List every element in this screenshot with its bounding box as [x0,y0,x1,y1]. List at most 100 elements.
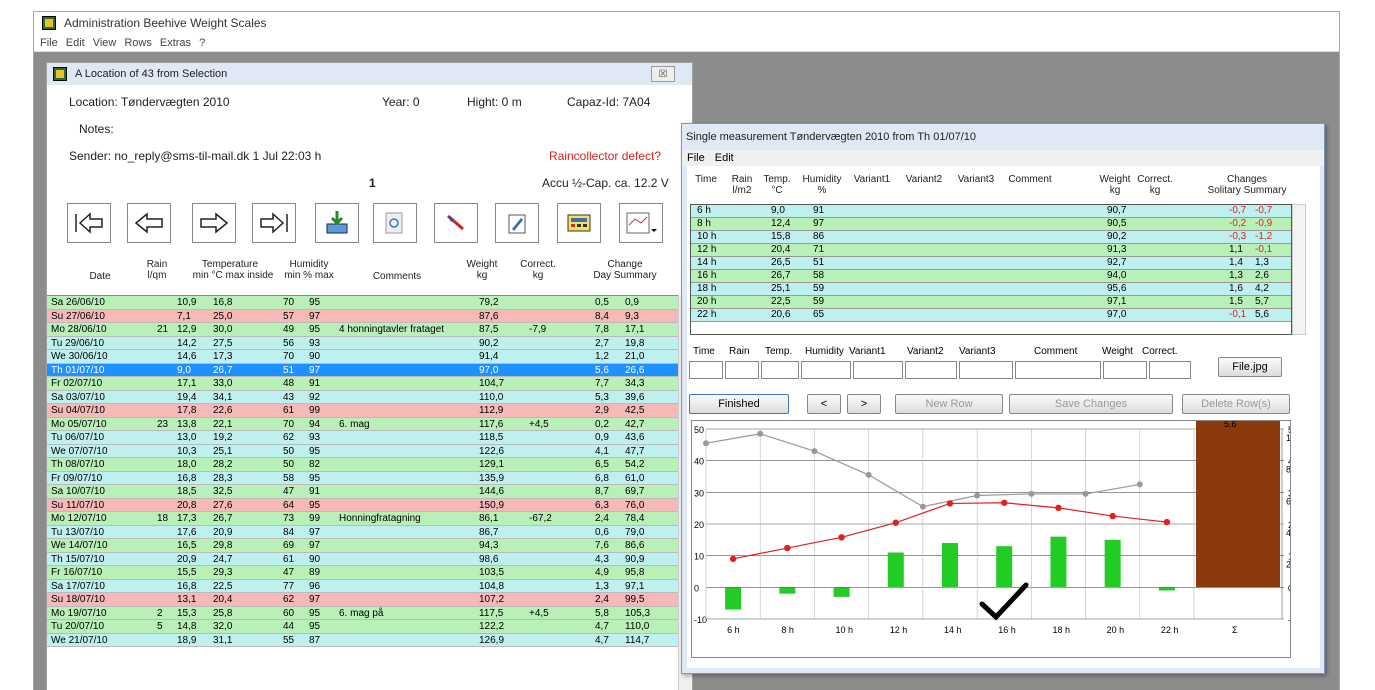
table-row[interactable]: 18 h 25,1 59 95,6 1,6 4,2 [691,283,1291,296]
table-row[interactable]: Th 08/07/10 18,0 28,2 50 82 129,1 6,5 54,2 [47,458,692,472]
edit-button[interactable] [495,203,539,243]
table-row[interactable]: Mo 28/06/10 21 12,9 30,0 49 95 4 honningtavler… [47,323,692,337]
table-row[interactable]: Th 01/07/10 9,0 26,7 51 97 97,0 5,6 26,6 [47,363,692,377]
table-row[interactable]: We 14/07/10 16,5 29,8 69 97 94,3 7,6 86,6 [47,539,692,553]
table-row[interactable]: Su 04/07/10 17,8 22,6 61 99 112,9 2,9 42,5 [47,404,692,418]
cell-humidity-min: 48 [283,378,295,389]
menu-rows[interactable]: Rows [124,37,152,49]
measurement-menu-edit[interactable]: Edit [715,152,734,164]
table-row[interactable]: Mo 12/07/10 18 17,3 26,7 73 99 Honningfratagni… [47,512,692,526]
edit-weight-input[interactable] [1103,361,1147,379]
cell-summary: 0,9 [625,297,639,308]
cell-weight: 112,9 [479,405,504,416]
cell-day-change: 2,7 [595,337,609,349]
table-row[interactable]: Mo 19/07/10 2 15,3 25,8 60 95 6. mag på 117,5 +4… [47,606,692,620]
cell-temp-max: 29,8 [213,540,233,551]
table-row[interactable]: Sa 17/07/10 16,8 22,5 77 96 104,8 1,3 97,1 [47,579,692,593]
mcell-summary: -1,2 [1255,231,1273,242]
import-data-button[interactable] [315,203,359,243]
new-row-button[interactable]: New Row [895,394,1003,414]
mcell-solitary: 1,6 [1229,283,1243,294]
table-row[interactable]: We 07/07/10 10,3 25,1 50 95 122,6 4,1 47,7 [47,444,692,458]
table-row[interactable]: 12 h 20,4 71 91,3 1,1 -0,1 [691,244,1291,257]
cell-humidity-max: 95 [309,621,321,632]
menu-view[interactable]: View [93,37,117,49]
table-row[interactable]: 10 h 15,8 86 90,2 -0,3 -1,2 [691,231,1291,244]
previous-record-button[interactable] [127,203,171,243]
table-row[interactable]: Tu 20/07/10 5 14,8 32,0 44 95 122,2 4,7 110,0 [47,620,692,634]
edit-variant2-input[interactable] [905,361,957,379]
finished-button[interactable]: Finished [689,394,789,414]
search-button[interactable] [373,203,417,243]
menu-help[interactable]: ? [199,37,205,49]
table-row[interactable]: 6 h 9,0 91 90,7 -0,7 -0,7 [691,205,1291,218]
graph-tool-button[interactable] [434,203,478,243]
x-tick-label: Σ [1232,625,1238,635]
edit-variant3-input[interactable] [959,361,1013,379]
table-row[interactable]: 16 h 26,7 58 94,0 1,3 2,6 [691,270,1291,283]
table-row[interactable]: Th 15/07/10 20,9 24,7 61 90 98,6 4,3 90,9 [47,552,692,566]
save-changes-button[interactable]: Save Changes [1009,394,1173,414]
table-row[interactable]: We 30/06/10 14,6 17,3 70 90 91,4 1,2 21,0 [47,350,692,364]
table-row[interactable]: Tu 13/07/10 17,6 20,9 84 97 86,7 0,6 79,0 [47,525,692,539]
table-row[interactable]: Tu 29/06/10 14,2 27,5 56 93 90,2 2,7 19,8 [47,336,692,350]
edit-temp-input[interactable] [761,361,799,379]
last-record-button[interactable] [252,203,296,243]
table-row[interactable]: Mo 05/07/10 23 13,8 22,1 70 94 6. mag 117,6 +4,5… [47,417,692,431]
measurement-table-scrollbar[interactable] [1292,204,1306,335]
chart-dropdown-button[interactable] [619,203,663,243]
table-row[interactable]: Sa 03/07/10 19,4 34,1 43 92 110,0 5,3 39,6 [47,390,692,404]
previous-button[interactable]: < [807,394,841,414]
table-row[interactable]: 8 h 12,4 97 90,5 -0,2 -0,9 [691,218,1291,231]
cell-day-change: 1,3 [595,580,609,592]
table-row[interactable]: 22 h 20,6 65 97,0 -0,1 5,6 [691,309,1291,322]
edit-comment-input[interactable] [1015,361,1101,379]
edit-correct-input[interactable] [1149,361,1191,379]
bar [833,587,850,597]
y-tick-label: 40 [694,457,704,467]
table-row[interactable]: Su 11/07/10 20,8 27,6 64 95 150,9 6,3 76,0 [47,498,692,512]
table-row[interactable]: Su 18/07/10 13,1 20,4 62 97 107,2 2,4 99,5 [47,593,692,607]
cell-humidity-min: 49 [283,324,295,335]
menu-file[interactable]: File [40,37,58,49]
mcell-time: 22 h [697,309,717,320]
menu-edit[interactable]: Edit [66,37,85,49]
next-button[interactable]: > [847,394,881,414]
cell-date: We 07/07/10 [51,445,108,457]
raincollector-alert: Raincollector defect? [549,149,662,163]
file-jpg-button[interactable]: File.jpg [1218,357,1282,377]
humidity-point [974,492,981,499]
cell-temp-min: 15,3 [177,607,197,619]
cell-humidity-min: 50 [283,445,295,457]
measurement-menu-file[interactable]: File [687,152,705,164]
cell-temp-max: 16,8 [213,297,233,308]
close-icon[interactable]: ☒ [651,66,675,82]
menu-extras[interactable]: Extras [160,37,191,49]
cell-humidity-max: 95 [309,445,321,457]
cell-temp-min: 14,2 [177,337,197,349]
calculator-button[interactable] [557,203,601,243]
table-row[interactable]: Tu 06/07/10 13,0 19,2 62 93 118,5 0,9 43,6 [47,431,692,445]
cell-weight: 79,2 [479,297,499,308]
table-row[interactable]: Fr 09/07/10 16,8 28,3 58 95 135,9 6,8 61,0 [47,471,692,485]
table-row[interactable]: Fr 02/07/10 17,1 33,0 48 91 104,7 7,7 34,3 [47,377,692,391]
edit-label-temp: Temp. [765,346,793,357]
edit-humidity-input[interactable] [801,361,851,379]
table-row[interactable]: Su 27/06/10 7,1 25,0 57 97 87,6 8,4 9,3 [47,309,692,323]
table-row[interactable]: Sa 10/07/10 18,5 32,5 47 91 144,6 8,7 69,7 [47,485,692,499]
table-row[interactable]: Sa 26/06/10 10,9 16,8 70 95 79,2 0,5 0,9 [47,296,692,310]
first-record-button[interactable] [67,203,111,243]
edit-rain-input[interactable] [725,361,759,379]
cell-comment: 6. mag på [339,607,384,619]
next-record-button[interactable] [192,203,236,243]
table-row[interactable]: We 21/07/10 18,9 31,1 55 87 126,9 4,7 114,7 [47,633,692,647]
table-row[interactable]: 20 h 22,5 59 97,1 1,5 5,7 [691,296,1291,309]
edit-time-input[interactable] [689,361,723,379]
table-row[interactable]: 14 h 26,5 51 92,7 1,4 1,3 [691,257,1291,270]
delete-rows-button[interactable]: Delete Row(s) [1182,394,1290,414]
cell-humidity-max: 97 [309,540,321,551]
cell-summary: 19,8 [625,337,645,349]
cell-summary: 34,3 [625,378,645,389]
table-row[interactable]: Fr 16/07/10 15,5 29,3 47 89 103,5 4,9 95,8 [47,566,692,580]
edit-variant1-input[interactable] [853,361,903,379]
